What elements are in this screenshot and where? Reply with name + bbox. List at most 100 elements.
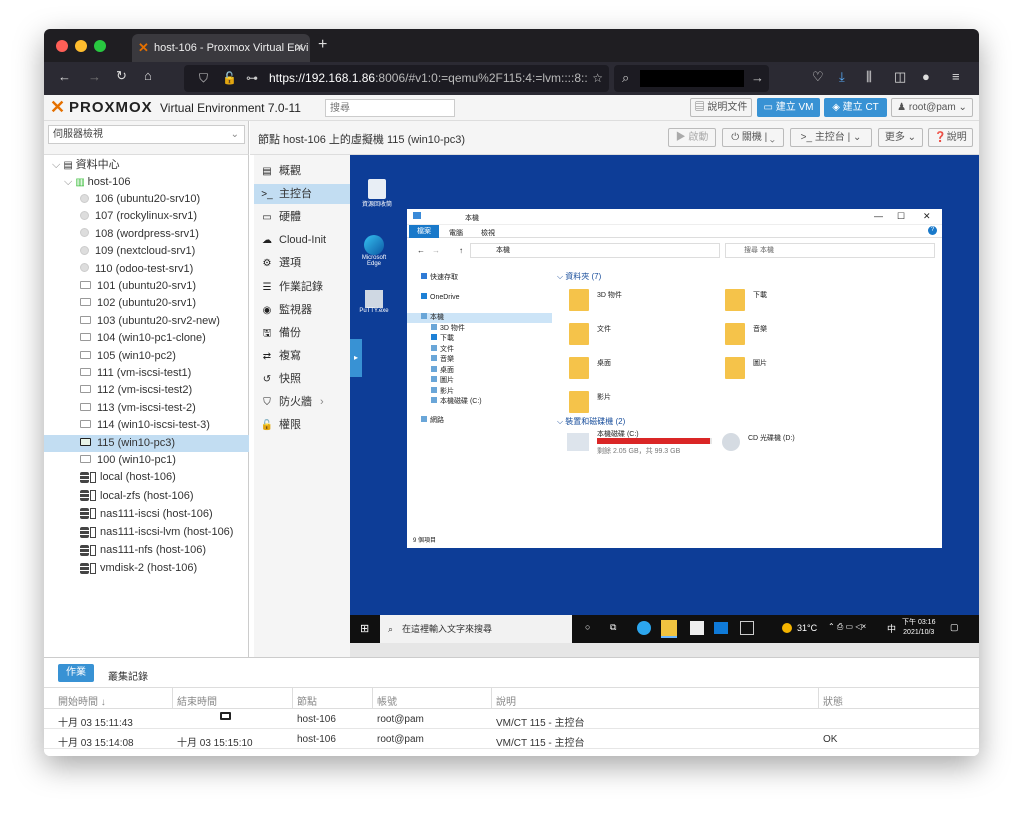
tree-vm-item[interactable]: 102 (ubuntu20-srv1) (44, 295, 249, 312)
search-go-icon[interactable]: → (751, 70, 764, 85)
terminal-taskbar-icon[interactable] (740, 621, 754, 635)
start-button[interactable]: ▶ 啟動 (668, 128, 716, 147)
tray-icons[interactable]: ⌃ ⎙ ▭ ◁× (828, 622, 866, 632)
nav-item[interactable]: 網路 (407, 415, 552, 426)
table-row[interactable]: 十月 03 15:11:43 host-106 root@pam VM/CT 115 … (44, 709, 979, 729)
browser-tab[interactable]: ✕ host-106 - Proxmox Virtual Envi ✕ (132, 34, 310, 62)
folder-item[interactable]: 圖片 (725, 355, 865, 381)
help-button[interactable]: ❓說明 (928, 128, 973, 147)
tree-storage-item[interactable]: vmdisk-2 (host-106) (44, 560, 249, 577)
minimize-icon[interactable]: — (874, 211, 883, 221)
tree-storage-item[interactable]: local-zfs (host-106) (44, 488, 249, 505)
nav-item[interactable]: 本機 (407, 313, 552, 323)
library-icon[interactable]: ⫼ (866, 69, 872, 85)
menu-item-summary[interactable]: ▤ 概觀 (254, 161, 350, 181)
nav-item[interactable]: 文件 (407, 344, 552, 355)
back-icon[interactable]: ← (58, 69, 71, 84)
home-icon[interactable]: ⌂ (144, 68, 152, 83)
notification-icon[interactable]: ▢ (950, 622, 959, 633)
up-icon[interactable]: ↑ (459, 246, 463, 255)
tree-storage-item[interactable]: nas111-iscsi-lvm (host-106) (44, 524, 249, 541)
docs-button[interactable]: ▤ 說明文件 (690, 98, 752, 117)
forward-icon[interactable]: → (88, 69, 101, 84)
folder-item[interactable]: 桌面 (569, 355, 709, 381)
pocket-icon[interactable]: ♡ (812, 69, 824, 85)
account-icon[interactable]: ● (922, 69, 930, 84)
tree-vm-item[interactable]: 107 (rockylinux-srv1) (44, 208, 249, 225)
address-field[interactable]: 本機 (470, 243, 720, 258)
folder-item[interactable]: 文件 (569, 321, 709, 347)
tree-vm-item[interactable]: 106 (ubuntu20-srv10) (44, 191, 249, 208)
ribbon-tab-view[interactable]: 檢視 (481, 228, 495, 238)
nav-item[interactable]: 圖片 (407, 376, 552, 386)
more-button[interactable]: 更多 ⌄ (878, 128, 923, 147)
cortana-icon[interactable]: ○ (585, 622, 590, 632)
menu-item-hardware[interactable]: ▭ 硬體 (254, 207, 350, 227)
tree-vm-item[interactable]: 104 (win10-pc1-clone) (44, 330, 249, 347)
nav-item[interactable]: 音樂 (407, 355, 552, 365)
sidebar-icon[interactable]: ◫ (894, 69, 906, 85)
novnc-sidebar-handle[interactable]: ▸ (350, 339, 362, 377)
folder-item[interactable]: 影片 (569, 389, 709, 415)
nav-item[interactable]: 快速存取 (407, 273, 552, 283)
tree-vm-item[interactable]: 108 (wordpress-srv1) (44, 226, 249, 243)
taskbar-search[interactable]: ⌕ 在這裡輸入文字來搜尋 (380, 615, 572, 643)
tree-vm-item[interactable]: 114 (win10-iscsi-test-3) (44, 417, 249, 434)
forward-icon[interactable]: → (432, 246, 440, 255)
tree-storage-item[interactable]: nas111-iscsi (host-106) (44, 506, 249, 523)
tree-storage-item[interactable]: local (host-106) (44, 469, 249, 486)
new-tab-button[interactable]: + (318, 34, 327, 56)
tree-storage-item[interactable]: nas111-nfs (host-106) (44, 542, 249, 559)
ime-indicator[interactable]: 中 (887, 622, 896, 635)
menu-item-eye[interactable]: ◉ 監視器 (254, 300, 350, 320)
create-ct-button[interactable]: ◈ 建立 CT (824, 98, 887, 117)
tab-tasks[interactable]: 作業 (58, 664, 94, 682)
folder-item[interactable]: 音樂 (725, 321, 865, 347)
back-icon[interactable]: ← (417, 246, 425, 255)
tree-node-host[interactable]: ⌵ ▥ host-106 (44, 174, 249, 191)
menu-item-history[interactable]: ↺ 快照 (254, 369, 350, 389)
tree-vm-item[interactable]: 112 (vm-iscsi-test2) (44, 382, 249, 399)
menu-item-cloud[interactable]: ☁ Cloud-Init (254, 230, 350, 250)
tree-vm-item[interactable]: 110 (odoo-test-srv1) (44, 261, 249, 278)
explorer-search-field[interactable]: 搜尋 本機 (725, 243, 935, 258)
url-bar[interactable]: ⛉ 🔓 ⊶ https://192.168.1.86:8006/#v1:0:=q… (184, 65, 609, 92)
ribbon-tab-computer[interactable]: 電腦 (449, 228, 463, 238)
menu-item-unlock[interactable]: 🔓 權限 (254, 415, 350, 435)
ribbon-tab-file[interactable]: 檔案 (409, 225, 439, 238)
nav-item[interactable]: 下載 (407, 334, 552, 344)
drive-d[interactable]: CD 光碟機 (D:) (722, 429, 832, 459)
search-bar[interactable]: ⌕ → (614, 65, 769, 92)
shutdown-button[interactable]: ⏻ 關機 | ⌄ (722, 128, 784, 147)
menu-item-list[interactable]: ☰ 作業記錄 (254, 277, 350, 297)
column-header[interactable]: 狀態 (823, 693, 843, 708)
tree-vm-item[interactable]: 100 (win10-pc1) (44, 452, 249, 469)
column-header[interactable]: 結束時間 (177, 693, 217, 708)
drive-c[interactable]: 本機磁碟 (C:) 剩餘 2.05 GB，共 99.3 GB (567, 429, 727, 459)
menu-item-save[interactable]: 🖫 備份 (254, 323, 350, 343)
taskbar-clock[interactable]: 下午 03:16 2021/10/3 (902, 618, 935, 638)
minimize-window-button[interactable] (75, 40, 87, 52)
mail-taskbar-icon[interactable] (714, 622, 728, 634)
tree-vm-item[interactable]: 103 (ubuntu20-srv2-new) (44, 313, 249, 330)
console-button[interactable]: >_ 主控台 | ⌄ (790, 128, 872, 147)
task-view-icon[interactable]: ⧉ (610, 622, 616, 633)
tree-vm-item[interactable]: 105 (win10-pc2) (44, 348, 249, 365)
column-header[interactable]: 說明 (496, 693, 516, 708)
tree-vm-item[interactable]: 109 (nextcloud-srv1) (44, 243, 249, 260)
create-vm-button[interactable]: ▭ 建立 VM (757, 98, 820, 117)
tree-vm-item[interactable]: 111 (vm-iscsi-test1) (44, 365, 249, 382)
column-header[interactable]: 節點 (297, 693, 317, 708)
vm-console[interactable]: ▸ 資源回收筒 Microsoft Edge PuTTY.exe 本機 — ☐ … (350, 155, 979, 657)
zoom-window-button[interactable] (94, 40, 106, 52)
desktop-recycle-bin[interactable]: 資源回收筒 (362, 179, 392, 208)
reload-icon[interactable]: ↻ (116, 68, 127, 84)
explorer-taskbar-icon[interactable] (661, 620, 677, 638)
app-menu-icon[interactable]: ≡ (952, 69, 960, 84)
folder-item[interactable]: 下載 (725, 287, 865, 313)
menu-item-gear[interactable]: ⚙ 選項 (254, 253, 350, 273)
store-taskbar-icon[interactable] (690, 621, 704, 635)
maximize-icon[interactable]: ☐ (897, 211, 905, 222)
tree-vm-item[interactable]: 101 (ubuntu20-srv1) (44, 278, 249, 295)
view-select[interactable]: 伺服器檢視 ⌄ (48, 125, 245, 144)
